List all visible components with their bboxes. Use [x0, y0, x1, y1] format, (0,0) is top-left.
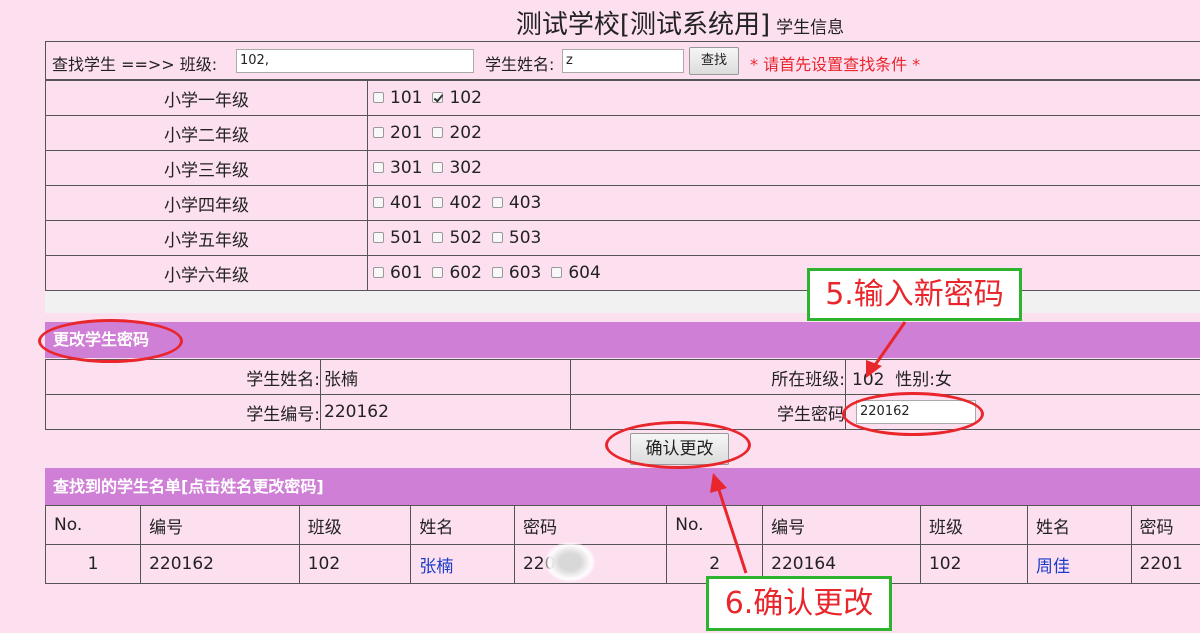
arrow-step6-head — [710, 473, 727, 493]
arrow-step6-line — [716, 486, 748, 574]
annotation-arrows — [710, 321, 907, 574]
arrow-step5-head — [866, 360, 882, 378]
arrow-step5-line — [871, 321, 907, 369]
